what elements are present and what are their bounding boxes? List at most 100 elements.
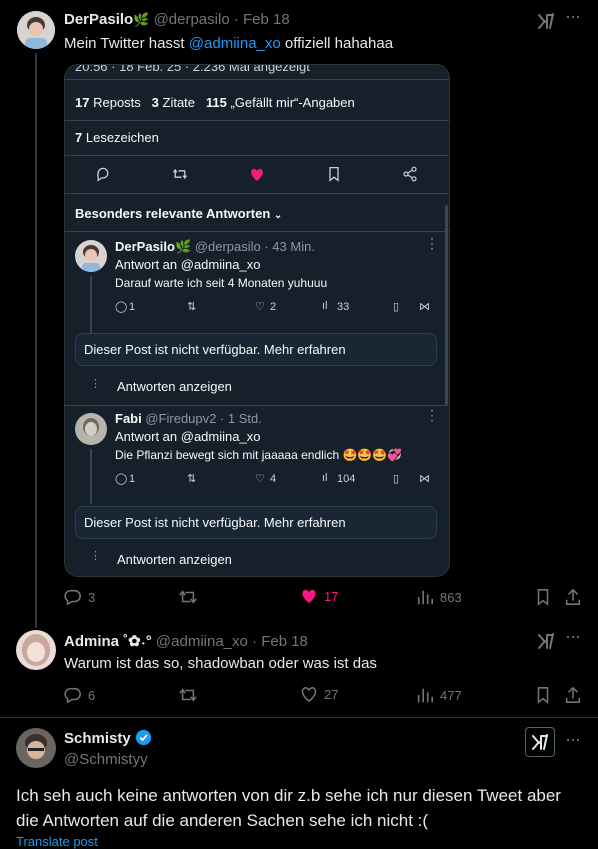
reply-icon: ◯ — [115, 301, 128, 313]
reposts-label: Reposts — [93, 95, 141, 110]
repost-icon: ⇅ — [187, 473, 197, 485]
unavailable-post-2[interactable]: Dieser Post ist nicht verfügbar. Mehr er… — [75, 506, 437, 539]
scrollbar[interactable] — [445, 205, 448, 405]
post1-actions: 3 17 863 — [64, 588, 584, 612]
handle[interactable]: @admiina_xo — [156, 633, 248, 650]
share-icon — [565, 588, 581, 605]
card-stats: 17 Reposts 3 Zitate 115 „Gefällt mir“-An… — [75, 95, 355, 110]
reply1-header: DerPasilo🌿 @derpasilo · 43 Min. — [115, 239, 315, 255]
grok-icon[interactable] — [536, 631, 556, 651]
share-button[interactable] — [564, 686, 582, 704]
like-icon — [301, 687, 317, 702]
divider — [65, 193, 449, 194]
show-replies-1[interactable]: Antworten anzeigen — [117, 379, 232, 394]
bookmarks-label: Lesezeichen — [85, 130, 159, 145]
views-button[interactable]: 863 — [416, 588, 462, 606]
unavailable-post-1[interactable]: Dieser Post ist nicht verfügbar. Mehr er… — [75, 333, 437, 366]
share-icon: ⋈ — [419, 301, 430, 313]
like-icon: ♡ — [255, 301, 265, 313]
display-name[interactable]: Schmisty — [64, 730, 131, 747]
quotes-count: 3 — [151, 95, 159, 110]
share-button[interactable] — [564, 588, 582, 606]
chevron-down-icon: ⌄ — [273, 210, 283, 221]
translate-post-link[interactable]: Translate post — [16, 834, 98, 849]
handle[interactable]: @derpasilo — [154, 11, 230, 28]
views-count: 863 — [440, 589, 462, 605]
reply1-name: DerPasilo — [115, 239, 175, 254]
post-header: Schmisty — [64, 729, 152, 747]
post-text-part: offiziell hahahaa — [280, 35, 394, 52]
post-header: DerPasilo🌿 @derpasilo · Feb 18 — [64, 11, 290, 28]
bookmark-button[interactable] — [534, 686, 552, 704]
more-icon: ⋮ — [90, 550, 101, 562]
more-icon[interactable]: ··· — [565, 729, 581, 750]
divider — [65, 79, 449, 80]
bookmarks-count: 7 — [75, 130, 83, 145]
reply1-views: 33 — [337, 301, 350, 313]
reply2-likes: 4 — [270, 473, 277, 485]
like-button[interactable]: 27 — [300, 686, 338, 702]
likes-label: „Gefällt mir“-Angaben — [230, 95, 355, 110]
reposts-count: 17 — [75, 95, 90, 110]
reply2-handle: @Firedupv2 · 1 Std. — [145, 411, 262, 426]
reply-count: 6 — [88, 687, 96, 703]
relevant-replies-header: Besonders relevante Antworten ⌄ — [75, 206, 282, 221]
mention-link[interactable]: @admiina_xo — [189, 35, 281, 52]
reply1-handle: @derpasilo · 43 Min. — [194, 239, 315, 254]
post-text: Warum ist das so, shadowban oder was ist… — [64, 655, 377, 672]
bookmark-icon — [537, 589, 549, 606]
handle[interactable]: @Schmistyy — [64, 751, 148, 768]
like-button[interactable]: 17 — [300, 588, 338, 604]
reply2-replies: 1 — [129, 473, 136, 485]
repost-icon — [179, 688, 197, 702]
post-date[interactable]: · Feb 18 — [234, 11, 290, 28]
reply2-name: Fabi — [115, 411, 142, 426]
display-name[interactable]: Admina ˚✿˖° — [64, 633, 152, 650]
reply1-emoji: 🌿 — [174, 239, 192, 254]
like-icon — [302, 589, 316, 604]
reply1-actions: ◯ 1 ⇅ ♡ 2 ıl 33 ▯ ⋈ — [115, 300, 435, 316]
repost-button[interactable] — [178, 686, 198, 704]
reply-count: 3 — [88, 589, 96, 605]
repost-button[interactable] — [178, 588, 198, 606]
embedded-image[interactable]: 20:56 · 18 Feb. 25 · 2.236 Mal angezeigt… — [64, 64, 450, 577]
more-icon: ⋮ — [90, 378, 101, 390]
avatar-fabi — [75, 413, 107, 445]
views-icon: ıl — [322, 472, 328, 484]
post-text: Ich seh auch keine antworten von dir z.b… — [16, 786, 561, 830]
reply1-replies: 1 — [129, 301, 136, 313]
share-icon — [403, 166, 417, 182]
more-icon: ⋮ — [425, 235, 439, 251]
like-icon — [251, 168, 263, 181]
avatar-derpasilo[interactable] — [17, 11, 55, 49]
divider — [65, 155, 449, 156]
bookmark-icon: ▯ — [393, 301, 400, 313]
views-button[interactable]: 477 — [416, 686, 462, 704]
reply-icon: ◯ — [115, 473, 128, 485]
reply-button[interactable]: 3 — [64, 588, 95, 606]
bookmark-button[interactable] — [534, 588, 552, 606]
divider — [65, 120, 449, 121]
likes-count: 115 — [205, 95, 227, 110]
repost-icon — [173, 168, 187, 180]
views-count: 477 — [440, 687, 462, 703]
more-icon[interactable]: ··· — [565, 626, 581, 647]
reply-button[interactable]: 6 — [64, 686, 95, 704]
more-icon[interactable]: ··· — [565, 6, 581, 27]
display-name[interactable]: DerPasilo — [64, 11, 133, 28]
grok-icon[interactable] — [536, 11, 556, 31]
more-icon: ⋮ — [425, 407, 439, 423]
show-replies-2[interactable]: Antworten anzeigen — [117, 552, 232, 567]
quotes-label: Zitate — [162, 95, 196, 110]
views-icon — [417, 688, 434, 703]
thread-line — [35, 53, 37, 628]
avatar-admina[interactable] — [16, 630, 56, 670]
reply1-replyto: Antwort an @admiina_xo — [115, 257, 261, 272]
grok-button[interactable] — [525, 727, 555, 757]
like-count: 17 — [324, 588, 339, 604]
post-date[interactable]: · Feb 18 — [252, 633, 308, 650]
bookmark-icon — [537, 687, 549, 704]
avatar-derpasilo-small — [75, 240, 107, 272]
views-icon — [417, 590, 434, 605]
avatar-schmisty[interactable] — [16, 728, 56, 768]
